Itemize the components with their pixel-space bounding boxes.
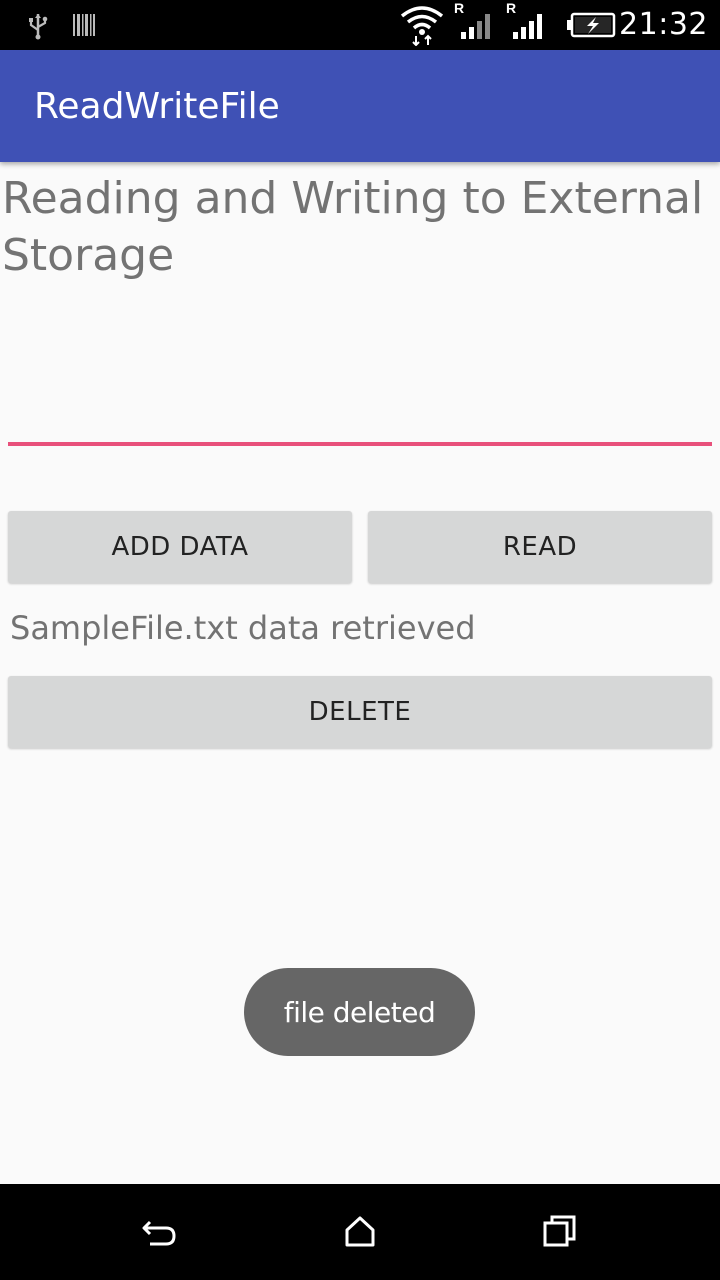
navigation-bar <box>0 1184 720 1280</box>
toast-message: file deleted <box>244 968 475 1056</box>
recents-icon[interactable] <box>536 1208 584 1256</box>
home-icon[interactable] <box>336 1208 384 1256</box>
status-text: SampleFile.txt data retrieved <box>10 609 476 647</box>
data-input[interactable] <box>8 380 712 446</box>
signal-icon <box>461 14 490 39</box>
wifi-icon <box>400 6 444 46</box>
status-time: 21:32 <box>619 7 708 42</box>
delete-button[interactable]: DELETE <box>8 676 712 748</box>
barcode-icon <box>73 14 95 36</box>
battery-charging-icon <box>567 12 616 38</box>
app-title: ReadWriteFile <box>34 86 280 127</box>
app-bar: ReadWriteFile <box>0 50 720 162</box>
usb-icon <box>29 14 48 40</box>
signal-icon <box>513 14 542 39</box>
add-data-button[interactable]: ADD DATA <box>8 511 352 583</box>
back-icon[interactable] <box>136 1208 184 1256</box>
page-heading: Reading and Writing to External Storage <box>2 173 704 281</box>
read-button[interactable]: READ <box>368 511 712 583</box>
status-bar: R R 21:32 <box>0 0 720 50</box>
